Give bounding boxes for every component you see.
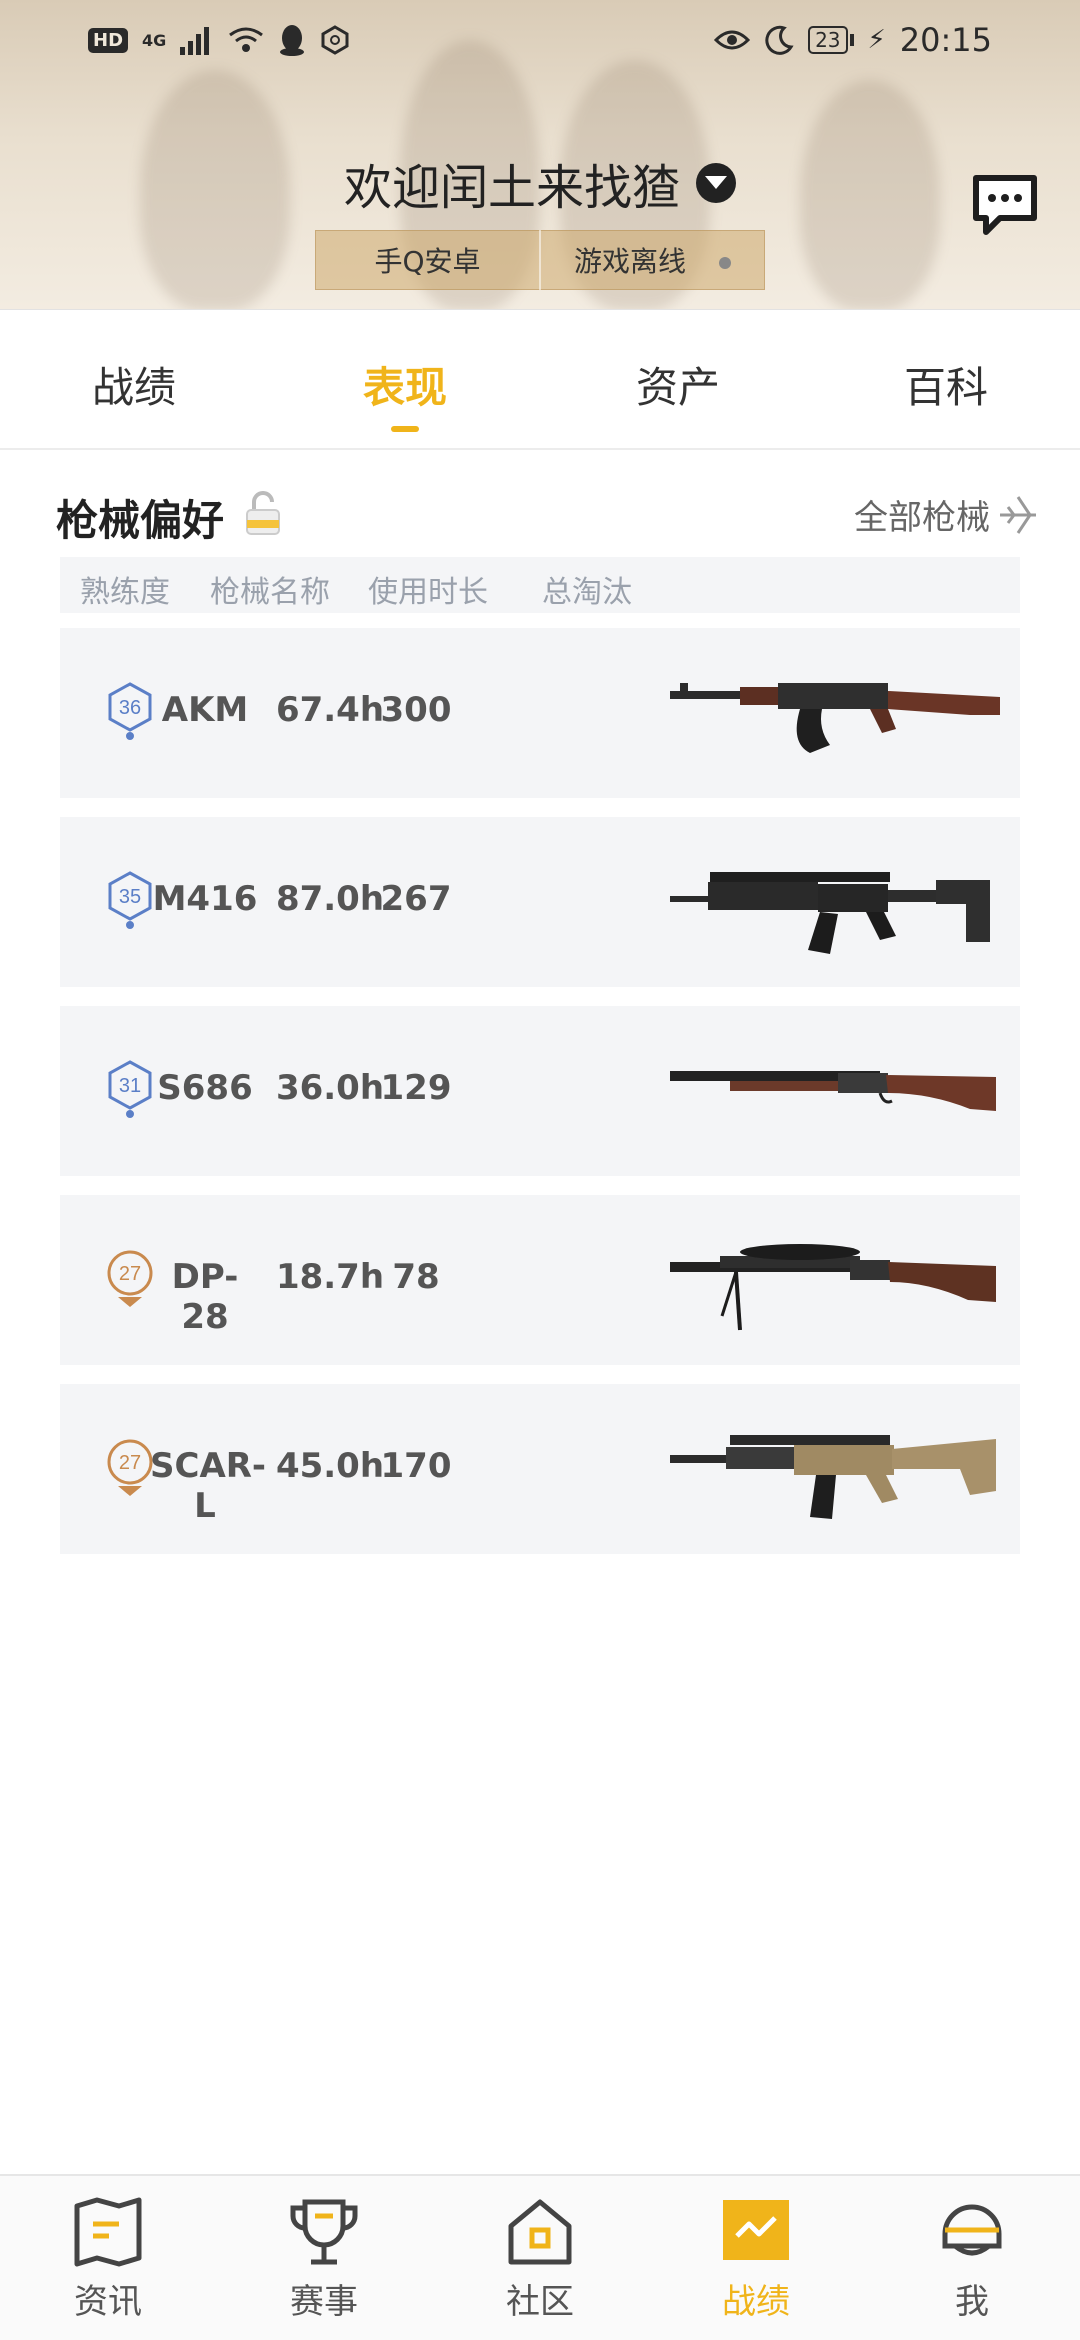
weapon-row-akm[interactable]: 36 AKM 67.4h 300 [60,628,1020,798]
total-kills: 267 [380,879,452,919]
weapon-name: DP-28 [171,1257,239,1337]
trophy-icon [290,2199,358,2265]
weapon-name: SCAR-L [150,1446,267,1526]
tab-assets[interactable]: 资产 [578,354,778,415]
weapon-name: AKM [161,690,249,730]
proficiency-badge-icon: 27 [107,1439,153,1496]
akm-image [670,683,1000,753]
network-type: 4G [142,30,167,50]
proficiency-badge-icon: 31 [108,1060,152,1118]
proficiency-badge-icon: 36 [108,682,152,740]
col-kills: 总淘汰 [542,575,632,610]
col-proficiency: 熟练度 [80,575,170,610]
game-status-text: 游戏离线 [574,245,687,278]
all-weapons-link[interactable]: 全部枪械 [854,490,1040,539]
weapon-row-m416[interactable]: 35 M416 87.0h 267 [60,817,1020,987]
weapon-row-dp28[interactable]: 27 DP-28 18.7h 78 [60,1195,1020,1365]
m416-image [670,872,990,954]
chart-icon [723,2200,789,2260]
welcome-title[interactable]: 欢迎闰土来找猹 [0,148,1080,218]
nav-record-label: 战绩 [722,2282,790,2322]
moon-icon [765,25,794,55]
total-kills: 129 [380,1068,452,1108]
weapon-name: S686 [157,1068,253,1108]
status-bar: HD 4G 23 ⚡ 20:15 [0,18,1080,62]
nav-me-label: 我 [955,2282,989,2322]
nav-events[interactable]: 赛事 [244,2194,404,2323]
proficiency-level: 35 [119,886,141,908]
tab-record[interactable]: 战绩 [34,354,234,415]
battery-level: 23 [808,26,848,54]
battery-indicator: 23 [808,26,854,54]
proficiency-level: 31 [119,1075,141,1097]
game-status: 游戏离线 [541,240,764,280]
scarl-image [670,1435,996,1519]
tab-performance[interactable]: 表现 [305,354,505,415]
proficiency-level: 27 [119,1452,141,1474]
total-kills: 300 [380,690,452,730]
helmet-icon [942,2204,1002,2256]
wifi-icon [229,27,264,52]
news-icon [74,2197,142,2267]
account-type: 手Q安卓 [374,245,481,278]
col-usage-time: 使用时长 [368,575,488,610]
weapon-name: M416 [152,879,258,919]
weapon-row-scarl[interactable]: 27 SCAR-L 45.0h 170 [60,1384,1020,1554]
offline-dot [718,257,731,269]
weapon-row-s686[interactable]: 31 S686 36.0h 129 [60,1006,1020,1176]
total-kills: 78 [392,1257,440,1297]
proficiency-badge-icon: 35 [108,871,152,929]
hexagon-icon [321,25,349,55]
welcome-text: 欢迎闰土来找猹 [343,160,680,216]
tab-bar: 战绩 表现 资产 百科 [0,310,1080,450]
all-weapons-label: 全部枪械 [854,498,990,538]
clock: 20:15 [899,21,992,59]
nav-community[interactable]: 社区 [460,2194,620,2323]
nav-me[interactable]: 我 [892,2194,1052,2323]
bottom-navigation: 资讯 赛事 社区 战绩 我 [0,2174,1080,2340]
section-title: 枪械偏好 [56,496,225,545]
message-icon[interactable] [970,170,1040,240]
col-weapon-name: 枪械名称 [210,575,330,610]
nav-events-label: 赛事 [290,2282,358,2322]
home-icon [508,2199,572,2265]
qq-icon [280,25,305,56]
proficiency-badge-icon: 27 [107,1250,153,1307]
s686-image [670,1071,996,1111]
signal-icon [180,27,210,55]
nav-news-label: 资讯 [74,2282,142,2322]
proficiency-level: 36 [119,697,141,719]
table-header: 熟练度 枪械名称 使用时长 总淘汰 [60,557,1020,613]
eye-icon [714,30,751,50]
dp28-image [670,1244,996,1331]
total-kills: 170 [380,1446,452,1486]
chevron-down-icon[interactable] [696,163,736,203]
account-status-bar: 手Q安卓 游戏离线 [315,230,765,290]
tab-encyclopedia[interactable]: 百科 [846,354,1046,415]
plane-icon [1000,495,1036,534]
proficiency-level: 27 [119,1263,141,1285]
nav-news[interactable]: 资讯 [28,2194,188,2323]
nav-record[interactable]: 战绩 [676,2194,836,2323]
unlock-icon [246,491,280,535]
hd-indicator: HD [88,27,129,53]
charging-icon: ⚡ [867,25,886,55]
profile-header: HD 4G 23 ⚡ 20:15 欢迎闰土来找猹 手Q安卓 游戏离线 [0,0,1080,310]
nav-community-label: 社区 [506,2282,574,2322]
active-tab-indicator [391,426,419,432]
